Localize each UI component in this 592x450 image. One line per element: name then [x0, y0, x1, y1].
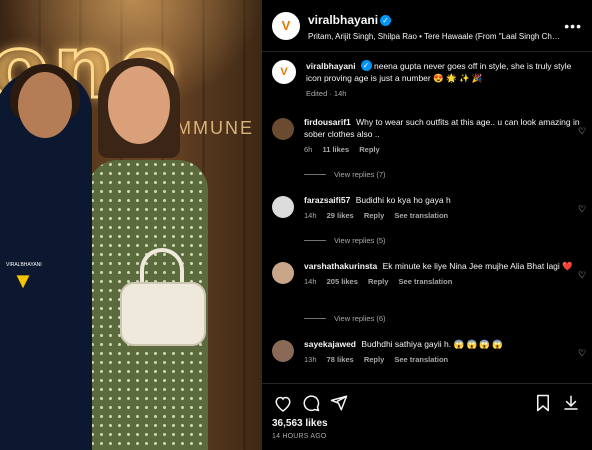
person-left-face — [18, 72, 72, 138]
comment-username[interactable]: varshathakurinsta — [304, 261, 377, 271]
comment-body: farazsaifi57 Budidhi ko kya ho gaya h 14… — [304, 194, 582, 222]
post-media[interactable]: one MMUNE VIRALBHAYANI ▼ — [0, 0, 262, 450]
comment-time: 6h — [304, 145, 313, 154]
more-options-icon[interactable]: ••• — [562, 18, 582, 34]
comment-username[interactable]: firdousarif1 — [304, 117, 351, 127]
comment-like-heart-icon[interactable]: ♡ — [578, 204, 588, 215]
caption-edited: Edited · 14h — [306, 89, 347, 98]
brand-logo-icon: V — [280, 66, 288, 78]
profile-avatar[interactable]: V — [272, 11, 300, 40]
comment-time: 14h — [304, 211, 317, 220]
comment-body: firdousarif1 Why to wear such outfits at… — [304, 116, 582, 156]
comment-item: sayekajawed Budhdhi sathiya gayii h. 😱 😱… — [272, 338, 586, 366]
comment-meta: 13h 78 likes Reply See translation — [304, 354, 582, 366]
audio-track[interactable]: Pritam, Arijit Singh, Shilpa Rao • Tere … — [308, 32, 562, 41]
comment-avatar[interactable] — [272, 262, 294, 284]
comment-time: 13h — [304, 355, 317, 364]
post-header: V viralbhayani ✓ Pritam, Arijit Singh, Sh… — [262, 0, 592, 52]
divider-line — [304, 240, 326, 241]
see-translation-button[interactable]: See translation — [394, 211, 448, 220]
comment-text: Budhdhi sathiya gayii h. 😱 😱 😱 😱 — [361, 339, 503, 349]
caption-avatar[interactable]: V — [272, 60, 296, 84]
see-translation-button[interactable]: See translation — [399, 277, 453, 286]
see-translation-button[interactable]: See translation — [394, 355, 448, 364]
person-right-face — [108, 66, 170, 144]
download-icon[interactable] — [560, 392, 582, 414]
comment-item: varshathakurinsta Ek minute ke liye Nina… — [272, 260, 586, 288]
comment-reply-button[interactable]: Reply — [359, 145, 379, 154]
post-time-ago: 14 HOURS AGO — [272, 433, 327, 440]
view-replies-button[interactable]: View replies (7) — [304, 170, 386, 179]
comment-likes[interactable]: 29 likes — [327, 211, 354, 220]
comment-like-heart-icon[interactable]: ♡ — [578, 348, 588, 359]
comment-text: Budidhi ko kya ho gaya h — [355, 195, 451, 205]
brand-logo-icon: V — [281, 18, 291, 33]
comment-likes[interactable]: 11 likes — [322, 145, 349, 154]
verified-badge-icon: ✓ — [380, 14, 392, 26]
likes-count[interactable]: 36,563 likes — [272, 418, 582, 429]
share-send-icon[interactable] — [328, 392, 350, 414]
action-icons — [272, 392, 582, 414]
header-meta: viralbhayani ✓ Pritam, Arijit Singh, Shil… — [308, 11, 562, 41]
handbag — [120, 282, 206, 346]
comment-likes[interactable]: 78 likes — [327, 355, 354, 364]
comment-body: varshathakurinsta Ek minute ke liye Nina… — [304, 260, 582, 288]
caption-username[interactable]: viralbhayani — [306, 61, 356, 71]
comment-reply-button[interactable]: Reply — [364, 211, 384, 220]
divider-line — [304, 318, 326, 319]
comment-item: firdousarif1 Why to wear such outfits at… — [272, 116, 586, 156]
caption-body: viralbhayani ✓ neena gupta never goes off… — [306, 60, 582, 100]
save-bookmark-icon[interactable] — [532, 392, 554, 414]
post-actions: 36,563 likes 14 HOURS AGO — [262, 383, 592, 440]
comment-like-heart-icon[interactable]: ♡ — [578, 126, 588, 137]
comments-list[interactable]: V viralbhayani ✓ neena gupta never goes o… — [262, 52, 592, 382]
divider-line — [304, 174, 326, 175]
caption: V viralbhayani ✓ neena gupta never goes o… — [272, 60, 582, 100]
view-replies-button[interactable]: View replies (5) — [304, 236, 386, 245]
comment-likes[interactable]: 205 likes — [327, 277, 358, 286]
comment-icon[interactable] — [300, 392, 322, 414]
header-username[interactable]: viralbhayani — [308, 13, 378, 27]
comment-avatar[interactable] — [272, 118, 294, 140]
comment-item: farazsaifi57 Budidhi ko kya ho gaya h 14… — [272, 194, 586, 222]
comment-meta: 6h 11 likes Reply — [304, 144, 582, 156]
like-heart-icon[interactable] — [272, 392, 294, 414]
view-replies-label: View replies (7) — [334, 170, 386, 179]
comment-avatar[interactable] — [272, 340, 294, 362]
comment-avatar[interactable] — [272, 196, 294, 218]
comment-meta: 14h 205 likes Reply See translation — [304, 276, 582, 288]
view-replies-button[interactable]: View replies (6) — [304, 314, 386, 323]
comment-username[interactable]: farazsaifi57 — [304, 195, 350, 205]
comment-text: Ek minute ke liye Nina Jee mujhe Alia Bh… — [382, 261, 573, 271]
comment-username[interactable]: sayekajawed — [304, 339, 356, 349]
post-panel: V viralbhayani ✓ Pritam, Arijit Singh, Sh… — [262, 0, 592, 450]
comment-reply-button[interactable]: Reply — [368, 277, 388, 286]
sign-subtext: MMUNE — [176, 118, 254, 138]
view-replies-label: View replies (5) — [334, 236, 386, 245]
comment-like-heart-icon[interactable]: ♡ — [578, 270, 588, 281]
verified-badge-icon: ✓ — [360, 60, 372, 71]
view-replies-label: View replies (6) — [334, 314, 386, 323]
comment-body: sayekajawed Budhdhi sathiya gayii h. 😱 😱… — [304, 338, 582, 366]
comment-reply-button[interactable]: Reply — [364, 355, 384, 364]
watermark-logo-icon: ▼ — [12, 268, 34, 293]
comment-meta: 14h 29 likes Reply See translation — [304, 210, 582, 222]
comment-time: 14h — [304, 277, 317, 286]
